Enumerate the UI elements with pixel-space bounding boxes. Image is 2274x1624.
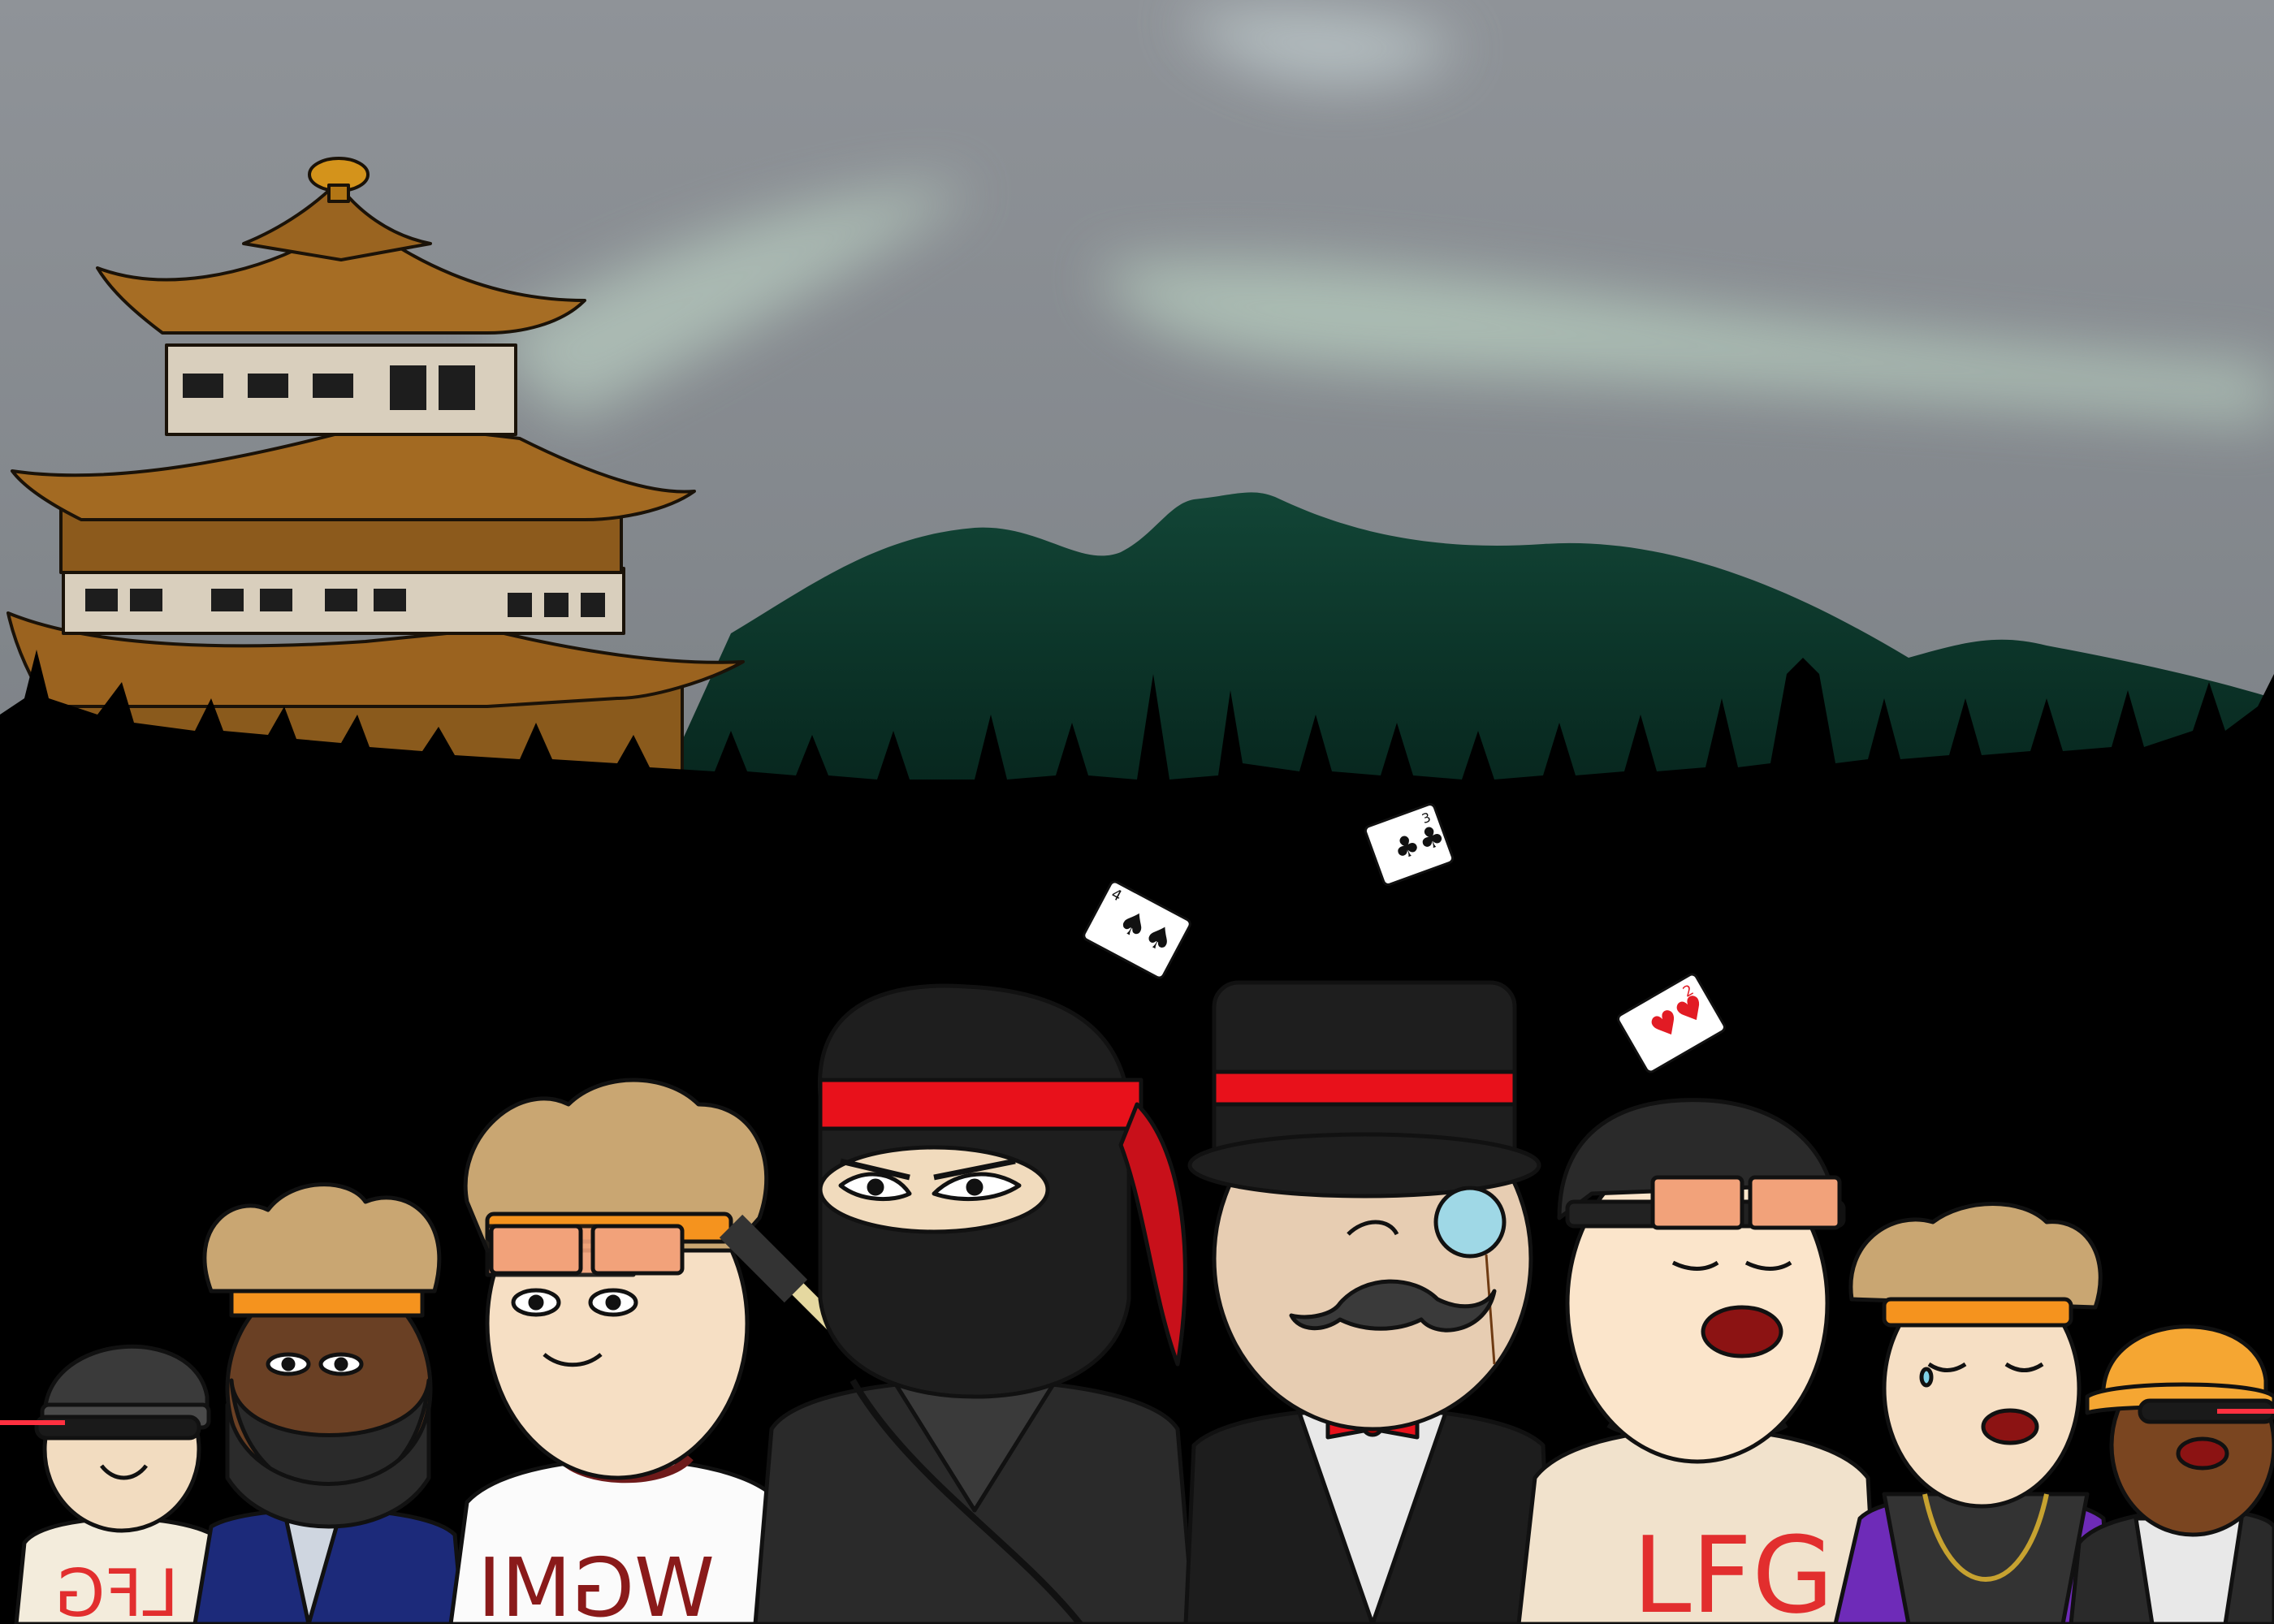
character-bandana: [192, 1182, 465, 1624]
shirt-text-left: LFG: [54, 1556, 179, 1624]
shirt-text-middle: WGMI: [478, 1540, 715, 1624]
character-wgmi: WGMI: [448, 1078, 790, 1624]
shirt-text-right: LFG: [1632, 1514, 1834, 1624]
scene: ♠♠ 4 ♣♣ 3 ♥♥ 2 LFG WGMI LFG: [0, 0, 2274, 1624]
character-top-hat: [1183, 980, 1554, 1624]
illustration: ♠♠ 4 ♣♣ 3 ♥♥ 2 LFG WGMI LFG: [0, 0, 2274, 1624]
